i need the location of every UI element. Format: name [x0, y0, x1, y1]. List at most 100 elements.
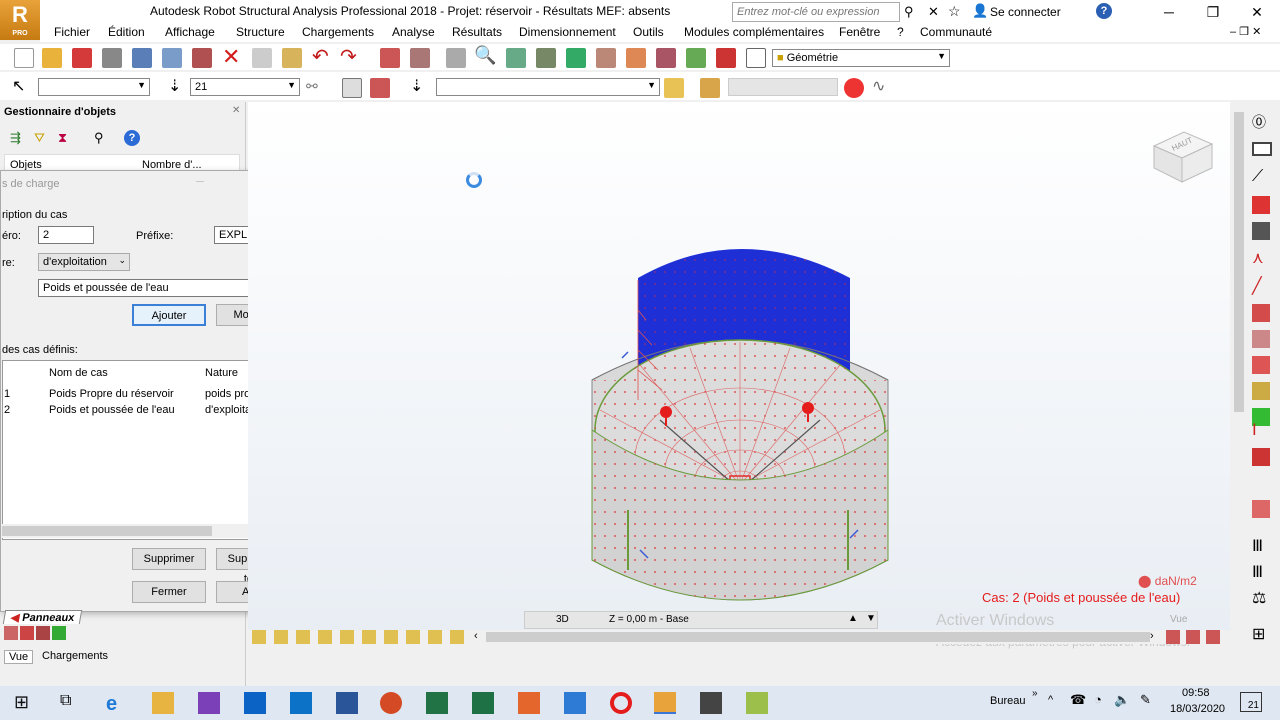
- menu-outils[interactable]: Outils: [633, 25, 664, 39]
- zoom-icon[interactable]: 🔍: [474, 45, 496, 66]
- load-display-icon[interactable]: [370, 78, 390, 98]
- tab-vue[interactable]: Vue: [4, 650, 34, 664]
- ibeam-icon[interactable]: Ⅰ: [1252, 420, 1257, 440]
- print-icon[interactable]: [102, 48, 122, 68]
- scroll-left-arrow[interactable]: ‹: [474, 630, 478, 642]
- menu-fichier[interactable]: Fichier: [54, 25, 90, 39]
- snapshot-icon[interactable]: [162, 48, 182, 68]
- nature-select[interactable]: d'exploitation ⌄: [38, 253, 130, 271]
- screen-capture-icon[interactable]: [192, 48, 212, 68]
- clock-time[interactable]: 09:58: [1182, 687, 1210, 699]
- case-number-input[interactable]: 2: [38, 226, 94, 244]
- node-selection-input[interactable]: ▼: [38, 78, 150, 96]
- nodes-icon[interactable]: [1252, 196, 1270, 214]
- loads-icon[interactable]: [1252, 448, 1270, 466]
- load-combination-input[interactable]: ▼: [436, 78, 660, 96]
- table-row[interactable]: 2 Poids et poussée de l'eau d'exploitati…: [2, 404, 293, 418]
- help-icon[interactable]: ?: [1096, 3, 1112, 19]
- redo-icon[interactable]: ↷: [340, 44, 357, 69]
- case-select-icon[interactable]: ⇣: [168, 76, 181, 96]
- hourglass-icon[interactable]: ⧗: [58, 130, 67, 146]
- close-button[interactable]: Fermer: [132, 581, 206, 603]
- layout-icon[interactable]: [746, 48, 766, 68]
- node-numbering-icon[interactable]: ⓪: [1252, 112, 1266, 132]
- table-view-icon[interactable]: ⊞: [1252, 624, 1265, 644]
- table-icon[interactable]: [410, 48, 430, 68]
- panel-icon[interactable]: [1252, 304, 1270, 322]
- opening-icon[interactable]: [1252, 382, 1270, 400]
- tools-icon[interactable]: ✕: [928, 4, 939, 20]
- open-folder-icon[interactable]: [42, 48, 62, 68]
- tree-icon[interactable]: ⇶: [10, 130, 21, 146]
- add-button[interactable]: Ajouter: [132, 304, 206, 326]
- load-arrow-icon[interactable]: [664, 78, 684, 98]
- tray-up-icon[interactable]: ^: [1048, 694, 1053, 706]
- reader-icon[interactable]: [518, 692, 540, 714]
- menu-chargements[interactable]: Chargements: [302, 25, 374, 39]
- menu-analyse[interactable]: Analyse: [392, 25, 435, 39]
- dialog-minimize-button[interactable]: ─: [196, 176, 204, 188]
- store-icon[interactable]: [244, 692, 266, 714]
- section-icon[interactable]: [656, 48, 676, 68]
- outlook-icon[interactable]: [290, 692, 312, 714]
- load-case-icon[interactable]: ⇣: [410, 76, 423, 96]
- tool-icon[interactable]: [700, 692, 722, 714]
- view-mode[interactable]: 3D: [556, 614, 569, 625]
- mdi-controls[interactable]: – ❐ ✕: [1230, 25, 1261, 38]
- model-icon[interactable]: [686, 48, 706, 68]
- zoom-window-icon[interactable]: [506, 48, 526, 68]
- menu-dimensionnement[interactable]: Dimensionnement: [519, 25, 616, 39]
- release-icon[interactable]: ⋏: [1252, 248, 1264, 268]
- tab-chargements[interactable]: Chargements: [36, 650, 114, 662]
- close-window-button[interactable]: ✕: [1240, 2, 1274, 22]
- view-display-toolbar[interactable]: [252, 630, 466, 644]
- view-cube[interactable]: HAUT: [1148, 128, 1214, 184]
- file-explorer-icon[interactable]: [152, 692, 174, 714]
- chevron-icon[interactable]: »: [1032, 688, 1038, 699]
- opera-icon[interactable]: [610, 692, 632, 714]
- search-icon[interactable]: ⚲: [94, 130, 104, 146]
- pen-icon[interactable]: ✎: [1140, 692, 1151, 708]
- level-down-arrow[interactable]: ▼: [866, 613, 876, 624]
- menu-affichage[interactable]: Affichage: [165, 25, 215, 39]
- bar-icon[interactable]: ⟋: [1252, 168, 1263, 186]
- delete-button[interactable]: Supprimer: [132, 548, 206, 570]
- delete-icon[interactable]: ✕: [222, 44, 240, 70]
- task-view-icon[interactable]: ⧉: [60, 692, 71, 710]
- edge-icon[interactable]: e: [106, 693, 128, 715]
- menu-communaute[interactable]: Communauté: [920, 25, 992, 39]
- table-row[interactable]: 1 Poids Propre du réservoir poids propre…: [2, 388, 293, 402]
- print-preview-icon[interactable]: [132, 48, 152, 68]
- supports-icon[interactable]: [1252, 222, 1270, 240]
- desktop-label[interactable]: Bureau: [990, 695, 1025, 707]
- undo-icon[interactable]: ↶: [312, 44, 329, 69]
- wifi-icon[interactable]: ◔: [1094, 692, 1102, 707]
- menu-help[interactable]: ?: [897, 25, 904, 39]
- minimize-button[interactable]: ─: [1152, 2, 1186, 22]
- snap-icon[interactable]: [566, 48, 586, 68]
- project-icon[interactable]: [426, 692, 448, 714]
- layout-select[interactable]: ■ Géométrie ▼: [772, 49, 950, 67]
- filter-icon[interactable]: ⚯: [306, 78, 318, 95]
- word-icon[interactable]: [336, 692, 358, 714]
- panel-close-icon[interactable]: ✕: [232, 105, 240, 116]
- horizontal-scrollbar[interactable]: ▶: [2, 524, 290, 538]
- excel-icon[interactable]: [472, 692, 494, 714]
- scale-icon[interactable]: ⚖: [1252, 588, 1266, 608]
- robot-taskbar-icon[interactable]: [654, 692, 676, 714]
- clock-date[interactable]: 18/03/2020: [1170, 703, 1225, 715]
- maximize-button[interactable]: ❐: [1196, 2, 1230, 22]
- notepad-icon[interactable]: [746, 692, 768, 714]
- save-icon[interactable]: [72, 48, 92, 68]
- onenote-icon[interactable]: [198, 692, 220, 714]
- lock-icon[interactable]: [446, 48, 466, 68]
- volume-icon[interactable]: 🔈: [1114, 692, 1130, 708]
- work-plane-level[interactable]: Z = 0,00 m - Base: [609, 614, 689, 625]
- structure-view-icon[interactable]: [342, 78, 362, 98]
- view-horizontal-scrollbar[interactable]: [486, 632, 1150, 642]
- level-up-arrow[interactable]: ▲: [848, 613, 858, 624]
- node-select-icon[interactable]: ↖: [12, 76, 25, 96]
- binoculars-icon[interactable]: ⚲: [904, 4, 914, 20]
- distributed-load-icon[interactable]: [700, 78, 720, 98]
- slab-icon[interactable]: [1252, 330, 1270, 348]
